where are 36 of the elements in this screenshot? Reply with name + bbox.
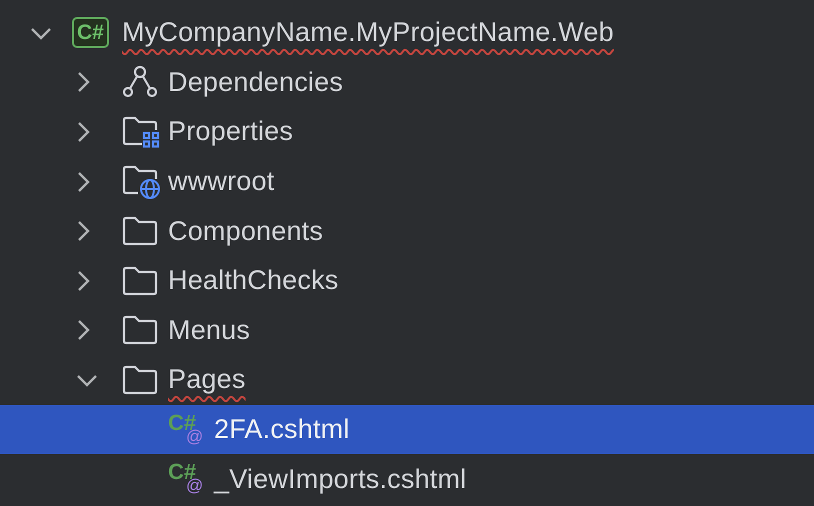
chevron-right-icon[interactable] xyxy=(76,120,90,143)
tree-row[interactable]: Components xyxy=(0,206,814,256)
chevron-down-icon[interactable] xyxy=(76,372,98,387)
tree-row[interactable]: Properties xyxy=(0,107,814,157)
item-label: Components xyxy=(168,216,324,247)
csharp-razor-file-icon: C#@ xyxy=(168,461,204,498)
tree-row[interactable]: Dependencies xyxy=(0,58,814,108)
tree-row[interactable]: wwwroot xyxy=(0,156,814,206)
chevron-right-icon[interactable] xyxy=(76,71,90,94)
item-label: Pages xyxy=(168,364,246,396)
item-label: HealthChecks xyxy=(168,265,338,296)
folder-globe-icon xyxy=(122,164,160,199)
folder-icon xyxy=(122,216,158,246)
item-label: wwwroot xyxy=(168,166,274,198)
csharp-project-icon: C# xyxy=(72,17,109,48)
item-label: 2FA.cshtml xyxy=(214,414,350,446)
tree-row[interactable]: HealthChecks xyxy=(0,256,814,306)
tree-row[interactable]: Pages xyxy=(0,355,814,405)
tree-row[interactable]: C# MyCompanyName.MyProjectName.Web xyxy=(0,8,814,58)
folder-grid-icon xyxy=(122,116,160,148)
chevron-right-icon[interactable] xyxy=(76,170,90,193)
chevron-right-icon[interactable] xyxy=(76,319,90,342)
tree-row[interactable]: Menus xyxy=(0,306,814,356)
chevron-right-icon[interactable] xyxy=(76,270,90,292)
folder-icon xyxy=(122,266,158,296)
item-label: Menus xyxy=(168,314,250,346)
nodes-icon xyxy=(122,65,158,100)
csharp-razor-file-icon: C#@ xyxy=(168,412,204,448)
item-label: Properties xyxy=(168,116,294,148)
folder-icon xyxy=(122,315,158,346)
chevron-down-icon[interactable] xyxy=(30,26,52,40)
item-label: MyCompanyName.MyProjectName.Web xyxy=(122,17,614,48)
item-label: _ViewImports.cshtml xyxy=(214,464,466,495)
chevron-right-icon[interactable] xyxy=(76,220,90,242)
item-label: Dependencies xyxy=(168,66,344,98)
folder-icon xyxy=(122,364,158,395)
